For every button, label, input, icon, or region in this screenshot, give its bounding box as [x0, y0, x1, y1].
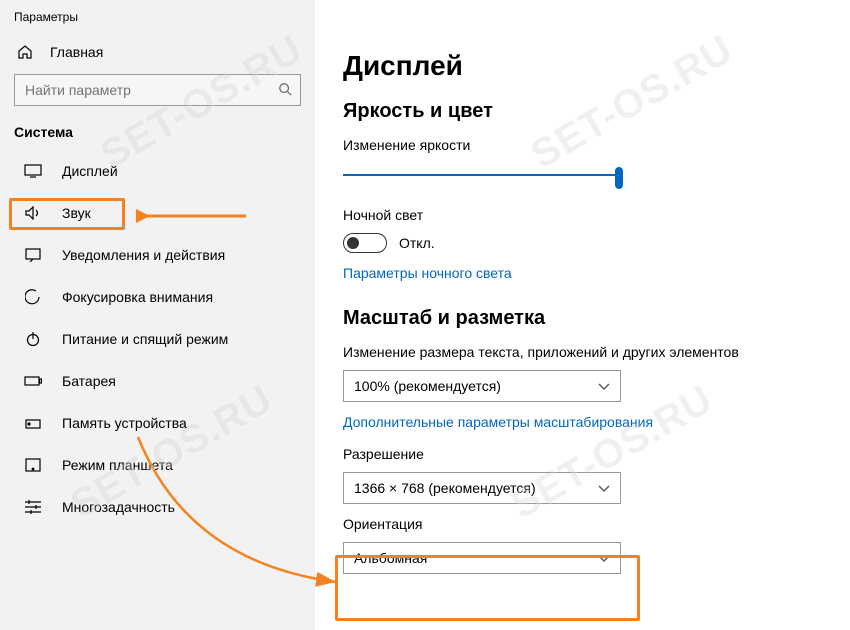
chevron-down-icon — [598, 378, 610, 394]
search-input[interactable] — [14, 74, 301, 106]
window-title: Параметры — [0, 6, 315, 38]
storage-icon — [22, 416, 44, 430]
advanced-scaling-link[interactable]: Дополнительные параметры масштабирования — [343, 414, 850, 430]
brightness-heading: Яркость и цвет — [343, 100, 850, 123]
chevron-down-icon — [598, 550, 610, 566]
multitask-icon — [22, 500, 44, 514]
brightness-slider[interactable] — [343, 163, 621, 187]
sidebar-item-label: Режим планшета — [62, 457, 173, 473]
sidebar-item-label: Фокусировка внимания — [62, 289, 213, 305]
sidebar-item-sound[interactable]: Звук — [0, 192, 315, 234]
sidebar-item-label: Память устройства — [62, 415, 187, 431]
sidebar-item-display[interactable]: Дисплей — [0, 150, 315, 192]
orientation-select[interactable]: Альбомная — [343, 542, 621, 574]
scale-heading: Масштаб и разметка — [343, 307, 850, 330]
resolution-value: 1366 × 768 (рекомендуется) — [354, 480, 536, 496]
search-field[interactable] — [23, 81, 278, 99]
sidebar-home[interactable]: Главная — [0, 38, 315, 74]
orientation-label: Ориентация — [343, 516, 850, 532]
sidebar-item-label: Звук — [62, 205, 91, 221]
text-size-select[interactable]: 100% (рекомендуется) — [343, 370, 621, 402]
sidebar-item-storage[interactable]: Память устройства — [0, 402, 315, 444]
slider-track — [343, 174, 621, 176]
sidebar-item-label: Питание и спящий режим — [62, 331, 228, 347]
page-title: Дисплей — [343, 50, 850, 82]
sidebar-item-label: Батарея — [62, 373, 116, 389]
night-light-label: Ночной свет — [343, 207, 850, 223]
sidebar-section-label: Система — [0, 124, 315, 150]
sidebar-item-battery[interactable]: Батарея — [0, 360, 315, 402]
toggle-knob — [347, 237, 359, 249]
text-size-label: Изменение размера текста, приложений и д… — [343, 344, 850, 360]
sidebar-item-label: Многозадачность — [62, 499, 175, 515]
notifications-icon — [22, 248, 44, 262]
sidebar-item-multitask[interactable]: Многозадачность — [0, 486, 315, 528]
chevron-down-icon — [598, 480, 610, 496]
sidebar-item-tablet[interactable]: Режим планшета — [0, 444, 315, 486]
sidebar-item-label: Уведомления и действия — [62, 247, 225, 263]
sidebar-item-focus[interactable]: Фокусировка внимания — [0, 276, 315, 318]
brightness-slider-label: Изменение яркости — [343, 137, 850, 153]
sidebar-item-power[interactable]: Питание и спящий режим — [0, 318, 315, 360]
resolution-label: Разрешение — [343, 446, 850, 462]
main-panel: Дисплей Яркость и цвет Изменение яркости… — [315, 0, 850, 630]
home-icon — [14, 44, 36, 60]
focus-icon — [22, 289, 44, 305]
battery-icon — [22, 375, 44, 387]
night-light-toggle[interactable] — [343, 233, 387, 253]
orientation-value: Альбомная — [354, 550, 427, 566]
night-light-settings-link[interactable]: Параметры ночного света — [343, 265, 850, 281]
sound-icon — [22, 206, 44, 220]
search-icon — [278, 82, 292, 99]
sidebar-home-label: Главная — [50, 44, 103, 60]
sidebar: Параметры Главная Система Дисплей — [0, 0, 315, 630]
display-icon — [22, 164, 44, 178]
sidebar-item-notifications[interactable]: Уведомления и действия — [0, 234, 315, 276]
slider-thumb[interactable] — [615, 167, 623, 189]
tablet-icon — [22, 458, 44, 472]
text-size-value: 100% (рекомендуется) — [354, 378, 501, 394]
power-icon — [22, 331, 44, 347]
sidebar-item-label: Дисплей — [62, 163, 118, 179]
night-light-state: Откл. — [399, 235, 435, 251]
resolution-select[interactable]: 1366 × 768 (рекомендуется) — [343, 472, 621, 504]
